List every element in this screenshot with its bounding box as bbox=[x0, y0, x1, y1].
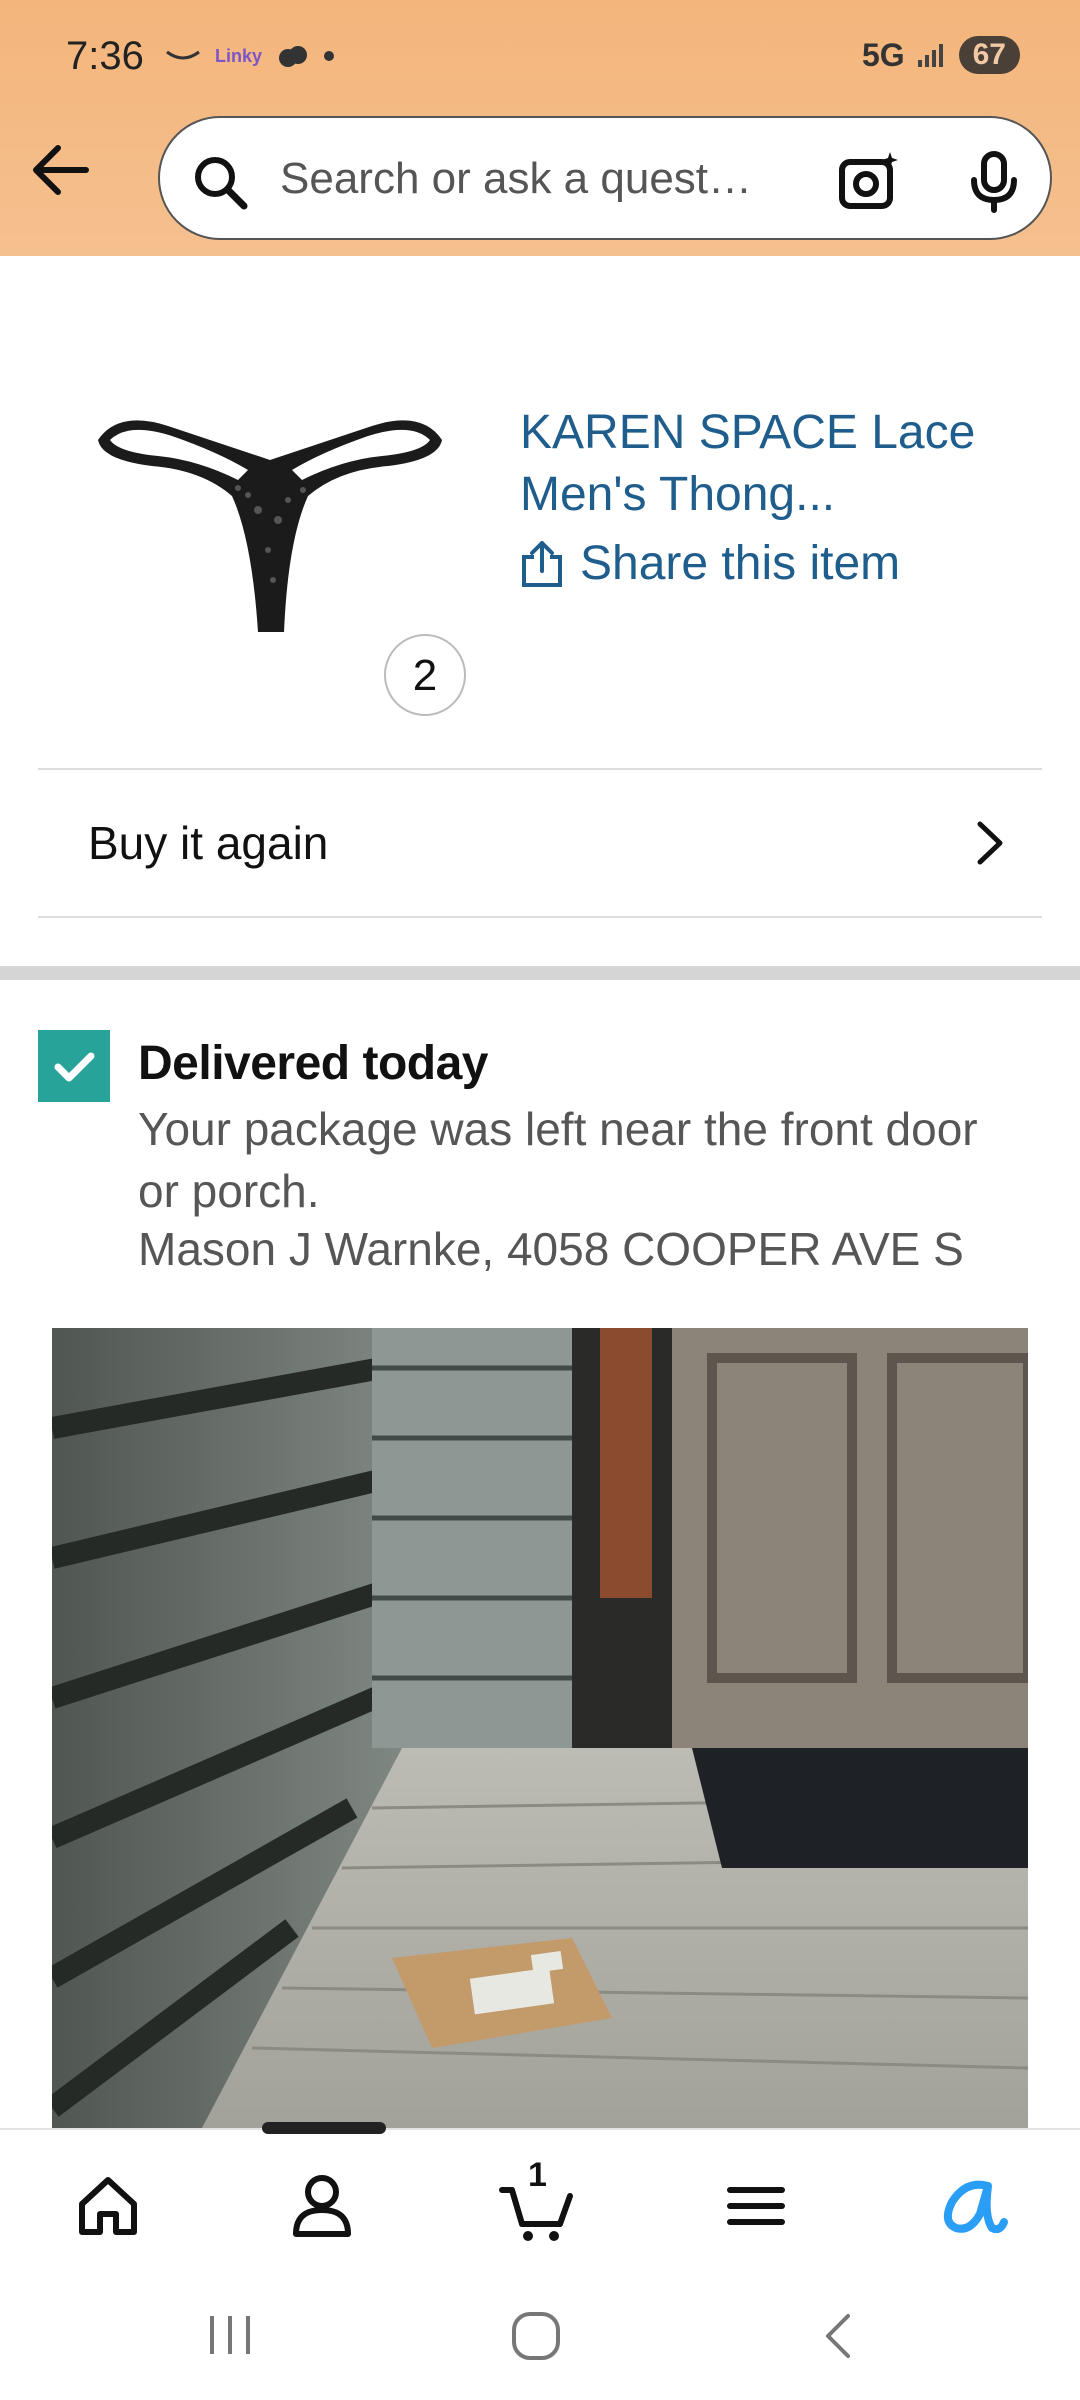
nav-menu[interactable] bbox=[716, 2166, 796, 2246]
active-tab-indicator bbox=[262, 2122, 386, 2134]
delivery-address: Mason J Warnke, 4058 COOPER AVE S bbox=[138, 1223, 964, 1275]
status-notifications: Linky bbox=[165, 44, 335, 68]
account-icon bbox=[293, 2175, 351, 2237]
search-bar[interactable]: Search or ask a quest… bbox=[158, 116, 1052, 240]
status-time: 7:36 bbox=[66, 34, 144, 78]
network-label: 5G bbox=[861, 36, 905, 73]
signal-icon bbox=[917, 44, 943, 67]
delivered-check-icon bbox=[38, 1030, 110, 1102]
system-navigation bbox=[0, 2268, 1080, 2400]
share-item-button[interactable]: Share this item bbox=[520, 536, 900, 591]
back-button[interactable] bbox=[28, 140, 98, 200]
linky-icon: Linky bbox=[215, 45, 263, 66]
quantity-badge: 2 bbox=[384, 634, 466, 716]
share-label: Share this item bbox=[580, 537, 901, 590]
camera-search-icon[interactable] bbox=[836, 148, 902, 214]
amazon-smile-icon bbox=[166, 50, 200, 60]
home-button-icon[interactable] bbox=[508, 2308, 564, 2364]
delivery-photo[interactable] bbox=[52, 1328, 1028, 2128]
recents-icon[interactable] bbox=[200, 2310, 260, 2360]
menu-icon bbox=[727, 2187, 785, 2225]
back-arrow-icon bbox=[33, 145, 89, 195]
nav-rufus[interactable] bbox=[930, 2166, 1010, 2246]
back-nav-icon[interactable] bbox=[814, 2308, 864, 2364]
microphone-icon[interactable] bbox=[964, 148, 1024, 214]
buy-again-label: Buy it again bbox=[88, 817, 329, 869]
search-icon bbox=[195, 157, 248, 210]
thong-product-image bbox=[98, 420, 442, 632]
nav-home[interactable] bbox=[68, 2166, 148, 2246]
bottom-navigation: 1 bbox=[0, 2122, 1080, 2268]
battery-indicator: 67 bbox=[958, 36, 1020, 74]
nav-cart[interactable]: 1 bbox=[498, 2156, 578, 2246]
section-divider bbox=[0, 966, 1080, 980]
chevron-right-icon bbox=[977, 821, 1003, 865]
more-notifications-dot bbox=[324, 51, 335, 61]
product-title-link[interactable]: KAREN SPACE Lace Men's Thong... bbox=[520, 402, 1000, 526]
share-icon bbox=[522, 540, 562, 587]
delivery-status: Delivered today bbox=[138, 1037, 488, 1090]
rufus-icon bbox=[943, 2180, 1008, 2234]
nav-account[interactable] bbox=[282, 2166, 362, 2246]
buy-again-row[interactable]: Buy it again bbox=[0, 772, 1080, 918]
divider bbox=[38, 916, 1042, 918]
checkmark-icon bbox=[54, 1052, 95, 1082]
search-input[interactable]: Search or ask a quest… bbox=[280, 154, 800, 204]
porch-photo-image bbox=[52, 1328, 1028, 2128]
home-icon bbox=[79, 2177, 137, 2235]
product-image[interactable] bbox=[88, 400, 452, 640]
app-header: 7:36 Linky 5G 67 Search or ask a quest… bbox=[0, 0, 1080, 256]
cloud-icon bbox=[279, 46, 308, 67]
cart-count-badge: 1 bbox=[528, 2156, 547, 2194]
status-right: 5G 67 bbox=[862, 36, 1020, 74]
divider bbox=[38, 768, 1042, 770]
delivery-message: Your package was left near the front doo… bbox=[138, 1103, 978, 1217]
